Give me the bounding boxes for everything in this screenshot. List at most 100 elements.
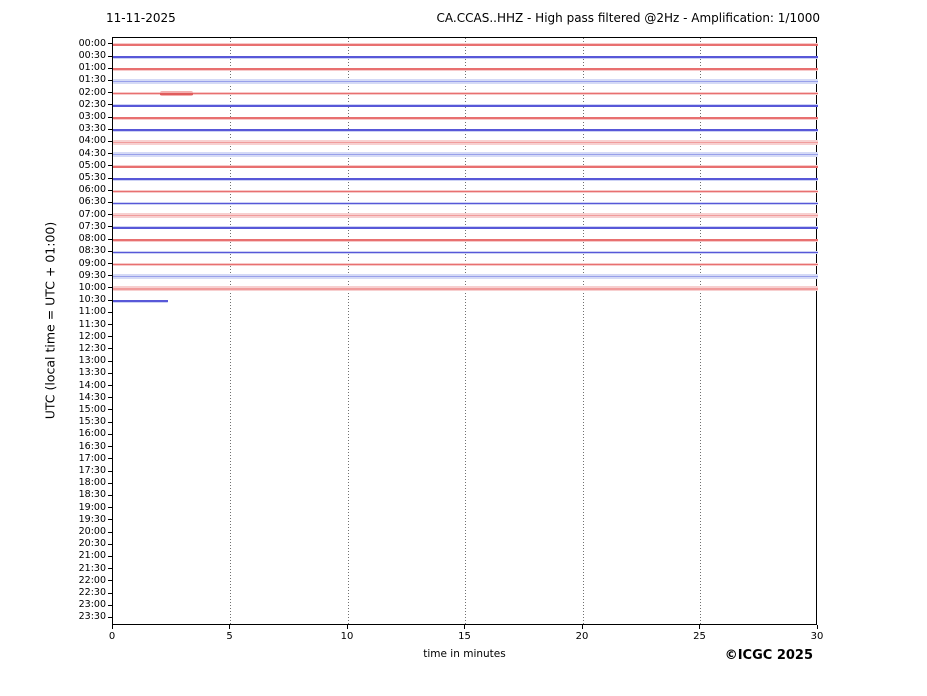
y-tick xyxy=(108,360,112,362)
gridline-20min xyxy=(582,38,584,624)
trace-0630 xyxy=(113,202,818,205)
y-tick-label: 04:30 xyxy=(78,147,106,159)
trace-0100 xyxy=(113,68,818,70)
y-tick xyxy=(108,592,112,594)
y-tick-label: 08:30 xyxy=(78,245,106,257)
trace-0200 xyxy=(113,92,818,95)
y-tick-label: 09:00 xyxy=(78,257,106,269)
x-tick xyxy=(581,625,583,629)
y-tick xyxy=(108,604,112,606)
y-tick xyxy=(108,140,112,142)
helicorder-figure: 11-11-2025 CA.CCAS..HHZ - High pass filt… xyxy=(0,0,927,696)
y-tick-label: 05:30 xyxy=(78,172,106,184)
x-tick-label: 30 xyxy=(810,631,824,642)
y-tick-label: 13:00 xyxy=(78,355,106,367)
x-tick xyxy=(464,625,465,629)
x-axis-label: time in minutes xyxy=(423,648,506,660)
y-tick-label: 00:30 xyxy=(78,50,106,61)
trace-0600 xyxy=(113,190,818,193)
y-tick xyxy=(108,543,112,545)
x-tick xyxy=(816,625,818,629)
plot-title: CA.CCAS..HHZ - High pass filtered @2Hz -… xyxy=(436,11,820,25)
y-tick xyxy=(108,104,112,106)
trace-0330 xyxy=(113,129,818,131)
x-tick xyxy=(229,625,230,629)
gridline-10min xyxy=(347,38,349,624)
y-tick-label: 17:00 xyxy=(78,452,106,464)
y-tick xyxy=(108,67,112,69)
y-tick-label: 06:30 xyxy=(78,196,106,208)
y-tick-label: 18:30 xyxy=(78,489,106,501)
x-tick-label: 20 xyxy=(575,631,589,642)
trace-0130 xyxy=(113,80,818,83)
y-tick xyxy=(108,336,112,338)
date-label: 11-11-2025 xyxy=(106,11,176,25)
y-tick-label: 21:00 xyxy=(78,550,106,562)
y-tick-label: 09:30 xyxy=(78,269,106,281)
y-tick xyxy=(108,409,112,411)
y-tick-label: 16:00 xyxy=(78,428,106,440)
y-tick xyxy=(108,446,112,448)
y-tick-label: 19:30 xyxy=(78,513,106,525)
y-tick-label: 13:30 xyxy=(78,367,106,379)
y-tick-label: 15:00 xyxy=(78,403,106,415)
y-tick xyxy=(108,433,112,435)
event-burst-core xyxy=(160,92,193,95)
x-tick-label: 25 xyxy=(693,631,706,642)
x-tick-label: 15 xyxy=(458,631,471,642)
trace-0700 xyxy=(113,214,818,217)
y-tick-label: 22:00 xyxy=(78,574,106,586)
y-tick xyxy=(108,458,112,460)
y-tick-label: 12:30 xyxy=(78,342,106,354)
y-tick-label: 03:30 xyxy=(78,123,106,135)
y-tick-label: 19:00 xyxy=(78,501,106,513)
gridline-25min xyxy=(700,38,701,624)
y-tick xyxy=(108,580,112,582)
gridline-15min xyxy=(465,38,466,624)
plot-area xyxy=(112,37,818,625)
y-tick-label: 07:00 xyxy=(78,208,106,220)
y-tick-label: 23:00 xyxy=(78,599,106,611)
y-tick xyxy=(108,299,112,301)
y-tick-label: 12:00 xyxy=(78,330,106,342)
trace-0230 xyxy=(113,105,818,107)
y-tick-label: 02:30 xyxy=(78,98,106,110)
y-tick-label: 00:00 xyxy=(78,37,106,49)
trace-0730 xyxy=(113,227,818,229)
y-axis-label: UTC (local time = UTC + 01:00) xyxy=(42,221,58,420)
y-tick xyxy=(108,482,112,484)
trace-0000 xyxy=(113,44,818,46)
trace-0300 xyxy=(113,117,818,119)
trace-0500 xyxy=(113,166,818,168)
copyright-label: ©ICGC 2025 xyxy=(724,648,813,663)
y-tick xyxy=(108,324,112,326)
trace-0900 xyxy=(113,263,818,266)
y-tick xyxy=(108,177,112,179)
y-tick xyxy=(108,238,112,240)
y-tick xyxy=(108,116,112,118)
y-tick-label: 21:30 xyxy=(78,562,106,574)
trace-0430 xyxy=(113,153,818,156)
y-tick-label: 22:30 xyxy=(78,587,106,599)
y-tick xyxy=(108,250,112,252)
trace-1030 xyxy=(113,300,169,302)
trace-0030 xyxy=(113,56,818,58)
y-tick xyxy=(108,92,112,94)
y-tick-label: 02:00 xyxy=(78,86,106,98)
y-tick xyxy=(108,494,112,496)
y-tick xyxy=(108,470,112,472)
y-tick-label: 05:00 xyxy=(78,159,106,171)
y-tick-label: 20:30 xyxy=(78,538,106,550)
y-tick-label: 16:30 xyxy=(78,440,106,452)
y-tick-label: 01:00 xyxy=(78,62,106,74)
x-tick-label: 0 xyxy=(108,631,116,642)
y-tick xyxy=(108,287,112,289)
trace-0930 xyxy=(113,275,818,278)
y-tick-label: 20:00 xyxy=(78,526,106,538)
y-tick-label: 01:30 xyxy=(78,74,106,86)
y-tick xyxy=(108,226,112,228)
y-tick-label: 10:30 xyxy=(78,294,106,306)
y-tick xyxy=(108,153,112,155)
trace-0830 xyxy=(113,251,818,254)
x-tick xyxy=(346,625,348,629)
